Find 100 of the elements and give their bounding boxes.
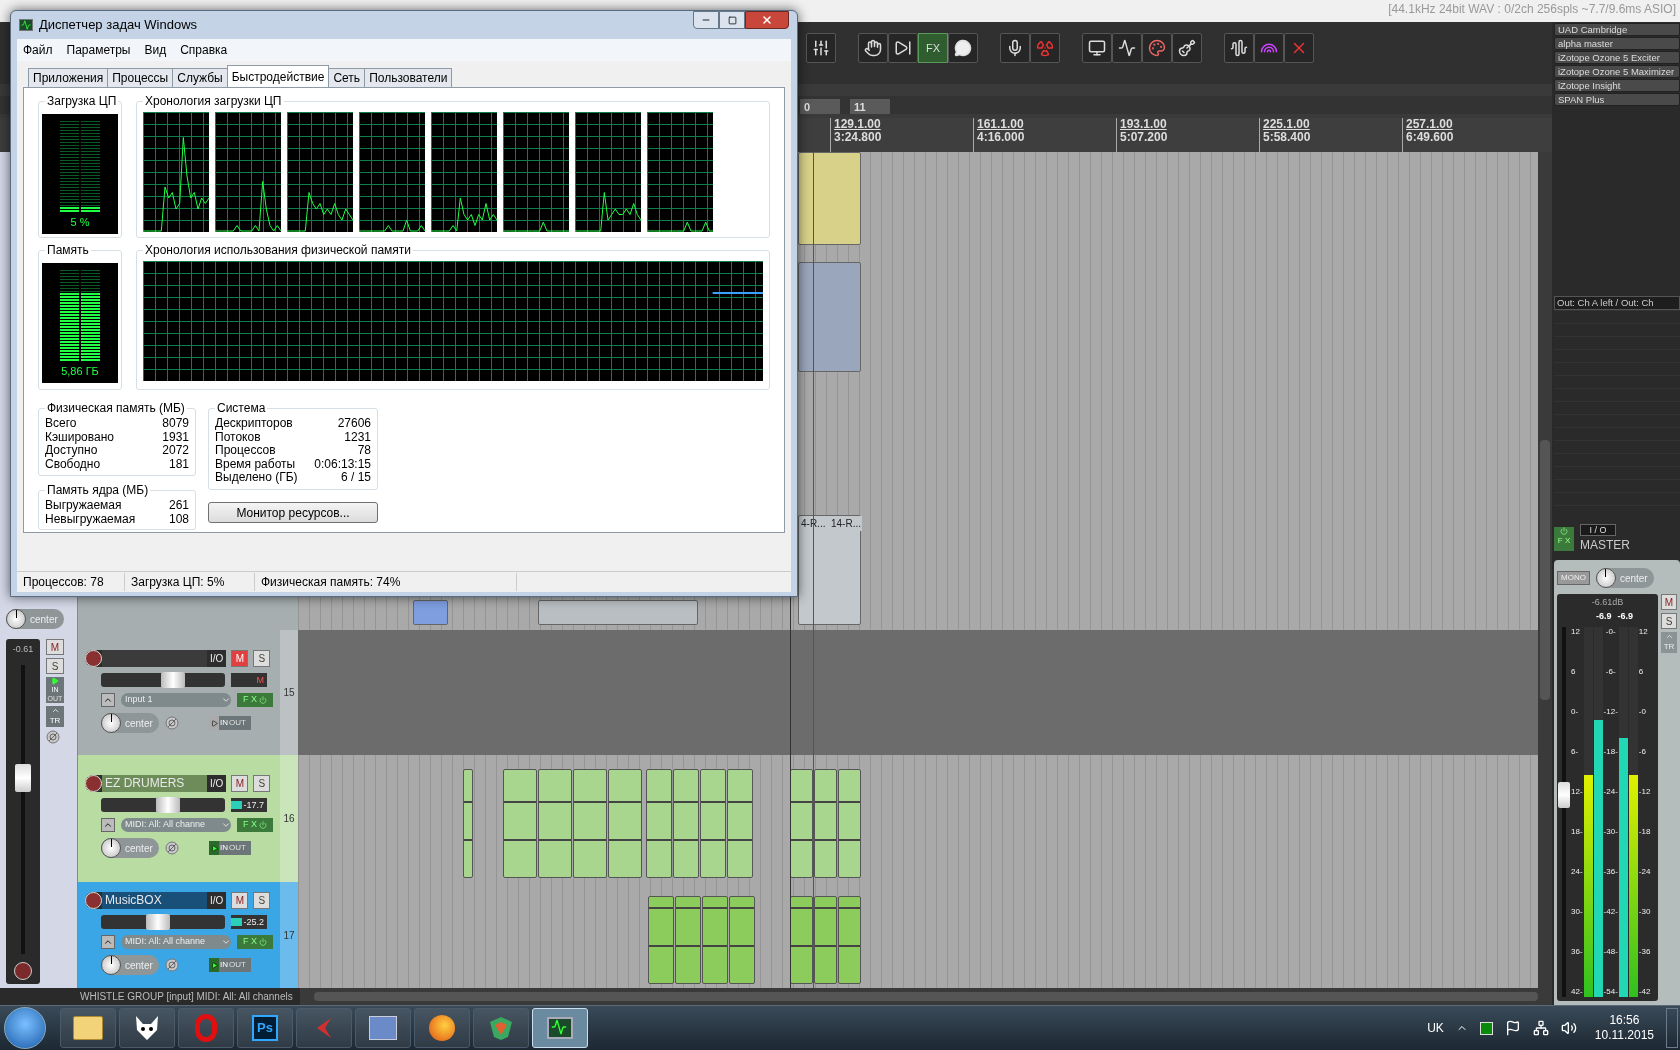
tab[interactable]: Пользователи: [364, 68, 453, 87]
clock[interactable]: 16:56 10.11.2015: [1594, 1013, 1654, 1043]
mute-button[interactable]: M: [1661, 594, 1677, 610]
phase-icon[interactable]: [165, 716, 179, 730]
monitor-button[interactable]: INOUT: [209, 716, 251, 730]
monitor-button[interactable]: INOUT: [209, 841, 251, 855]
horizontal-scrollbar[interactable]: [300, 988, 1552, 1005]
taskbar-button[interactable]: [414, 1008, 470, 1048]
fx-button[interactable]: F X: [237, 693, 273, 707]
resource-monitor-button[interactable]: Монитор ресурсов...: [208, 502, 378, 523]
midi-item[interactable]: [573, 769, 607, 878]
phase-icon[interactable]: [46, 730, 60, 744]
midi-item[interactable]: [814, 769, 837, 878]
envelope-button[interactable]: [101, 935, 115, 949]
record-input-button[interactable]: [1000, 33, 1030, 63]
grab-button[interactable]: [858, 33, 888, 63]
waveform-button[interactable]: [1224, 33, 1254, 63]
fx-button[interactable]: F X: [237, 818, 273, 832]
tab[interactable]: Быстродействие: [226, 65, 330, 87]
midi-item[interactable]: [702, 896, 728, 984]
record-arm-button[interactable]: [85, 892, 102, 909]
midi-item[interactable]: [790, 896, 813, 984]
media-item[interactable]: [413, 600, 448, 625]
envelope-button[interactable]: [101, 693, 115, 707]
phase-icon[interactable]: [165, 958, 179, 972]
midi-item[interactable]: [727, 769, 753, 878]
fx-button[interactable]: F X: [1554, 527, 1574, 551]
record-arm-button[interactable]: [85, 650, 102, 667]
media-item[interactable]: [798, 262, 861, 372]
region-marker[interactable]: 11: [850, 99, 890, 114]
volume-slider[interactable]: [101, 673, 225, 687]
tab[interactable]: Приложения: [28, 68, 109, 87]
flag-icon[interactable]: [1504, 1020, 1521, 1036]
palette-button[interactable]: [1142, 33, 1172, 63]
fx-button[interactable]: F X: [237, 935, 273, 949]
comment-button[interactable]: [948, 33, 978, 63]
midi-item[interactable]: [608, 769, 642, 878]
midi-item[interactable]: [814, 896, 837, 984]
record-icon[interactable]: [14, 962, 32, 980]
trim-button[interactable]: TR: [46, 706, 64, 727]
fx-slot[interactable]: UAD Cambridge: [1554, 23, 1680, 36]
guitar-button[interactable]: [1172, 33, 1202, 63]
envelope-button[interactable]: [101, 818, 115, 832]
slider-thumb[interactable]: [156, 797, 180, 813]
fx-slot[interactable]: iZotope Ozone 5 Exciter: [1554, 51, 1680, 64]
region-marker[interactable]: 0: [800, 99, 840, 114]
midi-item[interactable]: [503, 769, 537, 878]
io-button[interactable]: I/O: [207, 650, 227, 667]
mute-button[interactable]: M: [231, 775, 249, 792]
midi-item[interactable]: [838, 896, 861, 984]
volume-slider[interactable]: [101, 915, 225, 929]
radiation-button[interactable]: [1030, 33, 1060, 63]
midi-item[interactable]: [538, 769, 572, 878]
taskbar-button[interactable]: [355, 1008, 411, 1048]
solo-button[interactable]: S: [253, 650, 271, 667]
menu-item[interactable]: Файл: [23, 41, 53, 59]
show-desktop-button[interactable]: [1666, 1008, 1678, 1048]
wave-info-button[interactable]: [1112, 33, 1142, 63]
network-icon[interactable]: [1532, 1020, 1549, 1036]
close-button[interactable]: [745, 11, 789, 29]
io-button[interactable]: I/O: [207, 775, 227, 792]
midi-item[interactable]: [646, 769, 672, 878]
taskbar-button[interactable]: Ps: [237, 1008, 293, 1048]
menu-item[interactable]: Параметры: [66, 41, 131, 59]
fx-slot[interactable]: SPAN Plus: [1554, 93, 1680, 106]
fader-thumb[interactable]: [1558, 781, 1570, 808]
io-button[interactable]: I/O: [207, 892, 227, 909]
menu-item[interactable]: Вид: [144, 41, 167, 59]
mixer-button[interactable]: [806, 33, 836, 63]
monitor-button[interactable]: [1082, 33, 1112, 63]
io-button[interactable]: I / O: [1580, 524, 1616, 536]
menu-item[interactable]: Справка: [180, 41, 228, 59]
spectrum-button[interactable]: [1254, 33, 1284, 63]
mute-button[interactable]: M: [231, 650, 249, 667]
solo-button[interactable]: S: [253, 775, 271, 792]
midi-item[interactable]: [648, 896, 674, 984]
start-button[interactable]: [4, 1007, 46, 1049]
slider-thumb[interactable]: [146, 914, 170, 930]
mute-button[interactable]: M: [46, 639, 64, 655]
slider-thumb[interactable]: [161, 672, 185, 688]
mute-button[interactable]: M: [231, 892, 249, 909]
midi-item[interactable]: [729, 896, 755, 984]
fx-button[interactable]: FX: [918, 33, 948, 63]
media-item[interactable]: [538, 600, 698, 625]
midi-item[interactable]: [700, 769, 726, 878]
midi-item[interactable]: [673, 769, 699, 878]
delete-button[interactable]: [1284, 33, 1314, 63]
midi-item[interactable]: [838, 769, 861, 878]
routing-field[interactable]: Out: Ch A left / Out: Ch: [1554, 296, 1680, 310]
skip-button[interactable]: [888, 33, 918, 63]
midi-item[interactable]: [790, 769, 813, 878]
midi-item[interactable]: [675, 896, 701, 984]
tab[interactable]: Процессы: [107, 68, 174, 87]
language-indicator[interactable]: UK: [1427, 1019, 1444, 1037]
taskbar-button[interactable]: [119, 1008, 175, 1048]
phase-icon[interactable]: [165, 841, 179, 855]
track-name[interactable]: MusicBOX: [102, 892, 207, 909]
fx-slot[interactable]: alpha master: [1554, 37, 1680, 50]
solo-button[interactable]: S: [253, 892, 271, 909]
fx-slot[interactable]: iZotope Insight: [1554, 79, 1680, 92]
